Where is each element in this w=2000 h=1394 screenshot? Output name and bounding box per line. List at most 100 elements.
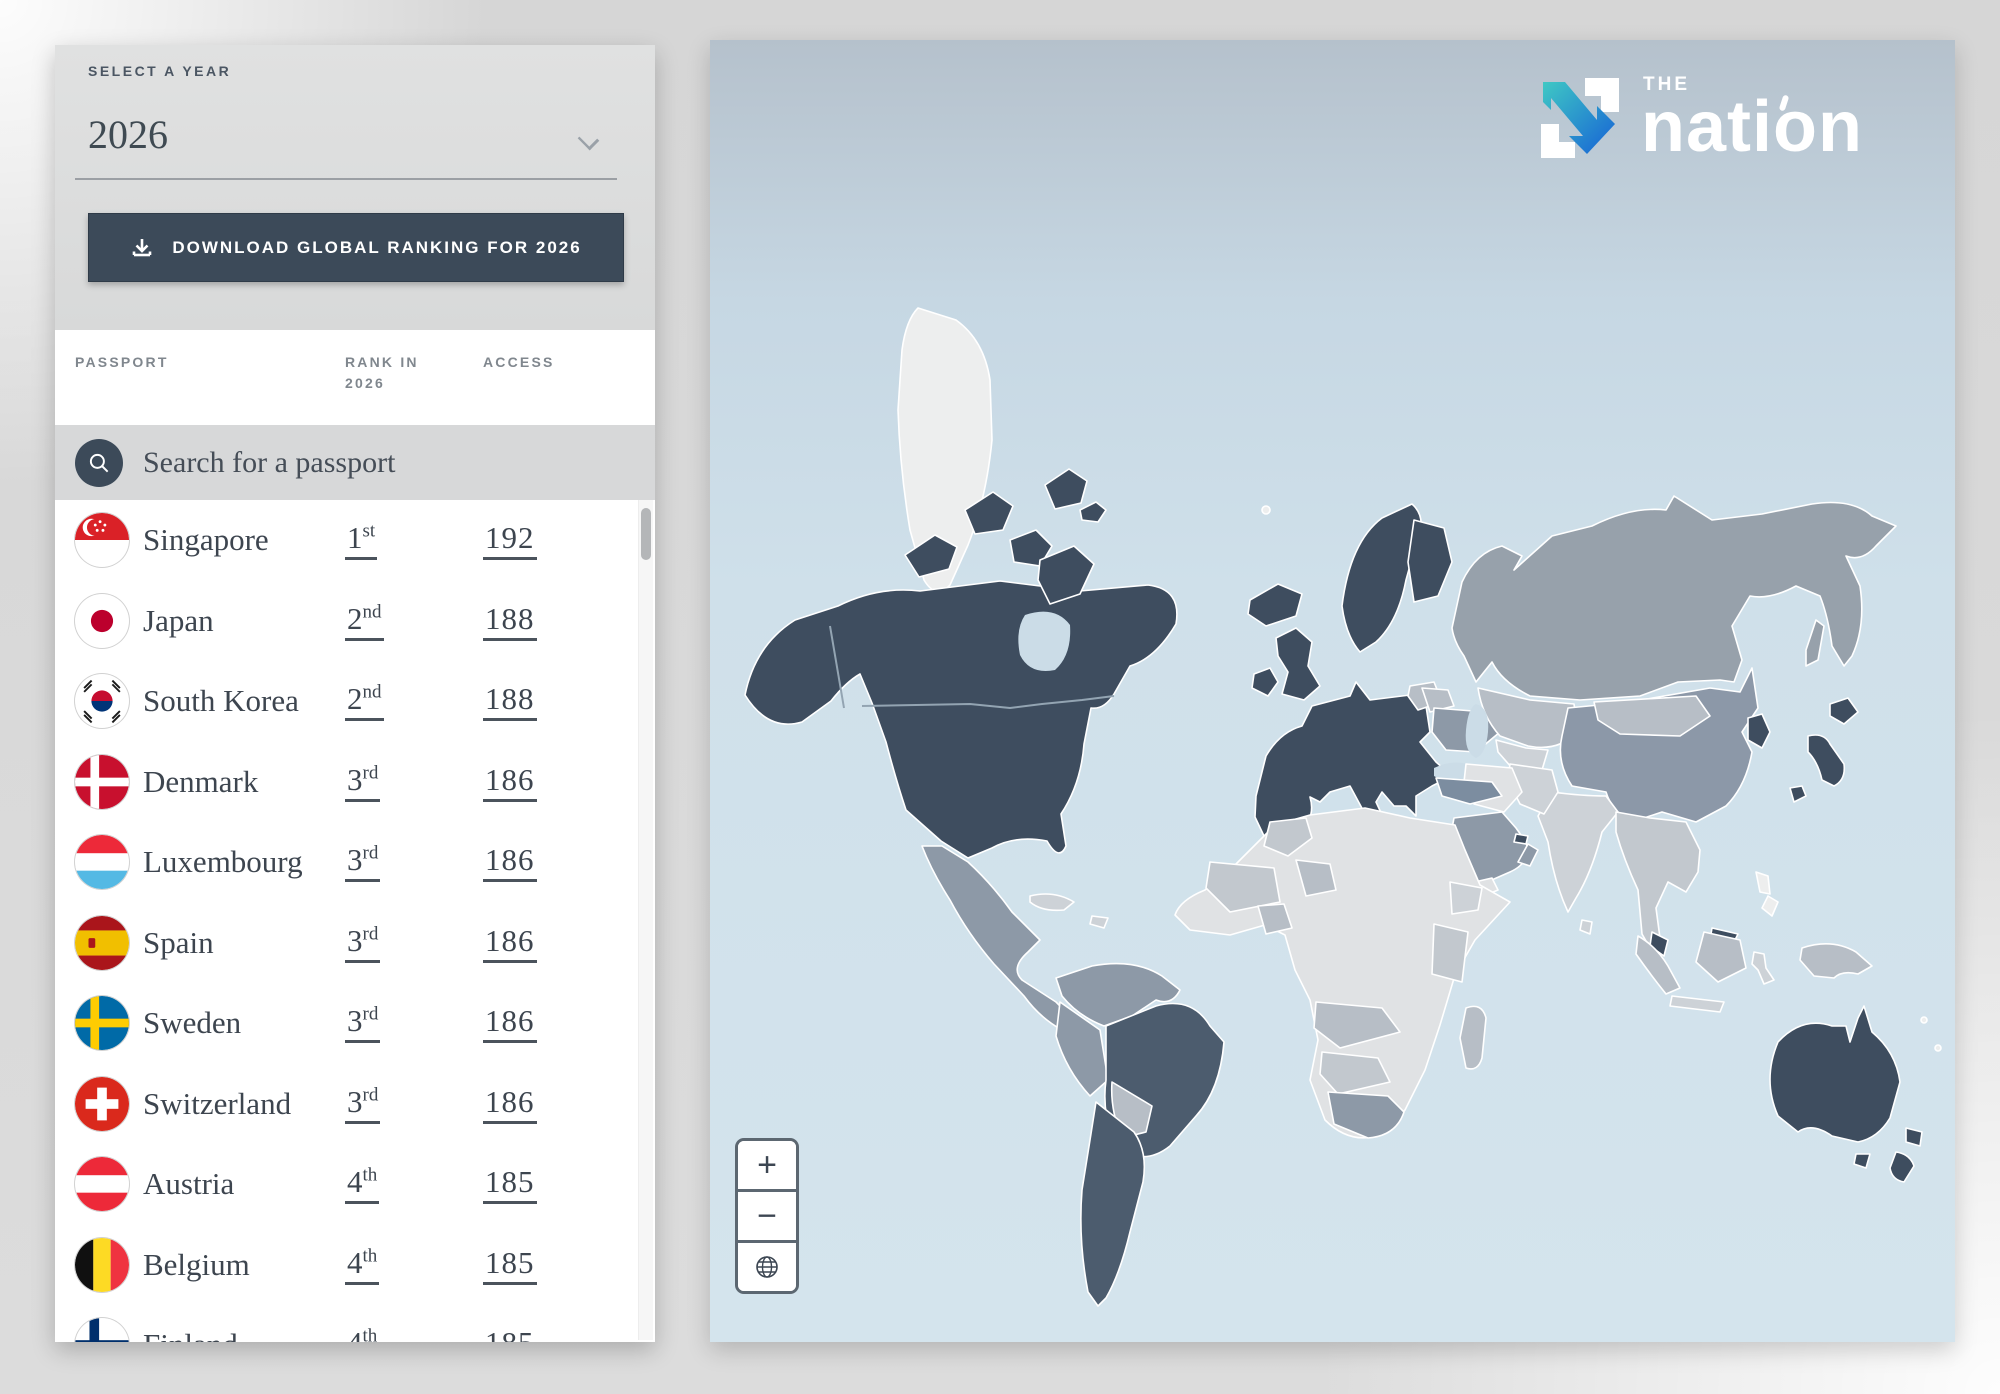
region-mexico-central-america (922, 846, 1072, 1030)
passport-row-austria[interactable]: Austria 4th 185 (55, 1144, 655, 1225)
select-year-label: SELECT A YEAR (88, 63, 231, 79)
zoom-in-button[interactable]: + (738, 1141, 796, 1189)
country-name: Singapore (143, 522, 269, 558)
year-dropdown[interactable]: 2026 (88, 93, 628, 177)
flag-be-icon (75, 1238, 129, 1292)
zoom-out-button[interactable]: − (738, 1189, 796, 1240)
country-name: Japan (143, 603, 214, 639)
rank-link[interactable]: 3rd (345, 1084, 380, 1124)
rank-link[interactable]: 4th (345, 1164, 379, 1204)
rank-link[interactable]: 4th (345, 1245, 379, 1285)
passport-list: Singapore 1st 192 Japan 2nd 188 South Ko… (55, 500, 655, 1342)
access-link[interactable]: 185 (483, 1164, 537, 1204)
rank-link[interactable]: 4th (345, 1325, 379, 1342)
search-placeholder: Search for a passport (143, 446, 395, 480)
region-ireland (1252, 668, 1278, 696)
flag-jp-icon (75, 594, 129, 648)
country-name: South Korea (143, 683, 299, 719)
region-ethiopia (1450, 882, 1482, 914)
map-zoom-controls: + − (735, 1138, 799, 1294)
region-united-kingdom (1276, 628, 1320, 700)
access-link[interactable]: 185 (483, 1325, 537, 1342)
flag-fi-icon (75, 1318, 129, 1342)
access-link[interactable]: 185 (483, 1245, 537, 1285)
column-rank: RANK IN 2026 (345, 352, 440, 394)
country-name: Denmark (143, 764, 258, 800)
passport-row-spain[interactable]: Spain 3rd 186 (55, 903, 655, 984)
region-north-america (745, 581, 1177, 858)
flag-es-icon (75, 916, 129, 970)
passport-row-sweden[interactable]: Sweden 3rd 186 (55, 983, 655, 1064)
rank-link[interactable]: 3rd (345, 842, 380, 882)
ranking-sidebar: SELECT A YEAR 2026 DOWNLOAD GLOBAL RANKI… (55, 45, 655, 1342)
region-russia (1452, 496, 1896, 700)
download-button-label: DOWNLOAD GLOBAL RANKING FOR 2026 (172, 238, 581, 258)
region-australia (1770, 1006, 1900, 1142)
region-kenya-tanzania (1432, 924, 1468, 982)
country-name: Sweden (143, 1005, 241, 1041)
rank-link[interactable]: 3rd (345, 762, 380, 802)
chevron-down-icon (578, 127, 600, 149)
flag-se-icon (75, 996, 129, 1050)
region-tasmania (1854, 1154, 1870, 1168)
list-scrollbar[interactable] (638, 500, 653, 1340)
access-link[interactable]: 186 (483, 762, 537, 802)
column-access: ACCESS (483, 352, 555, 373)
passport-row-south-korea[interactable]: South Korea 2nd 188 (55, 661, 655, 742)
access-link[interactable]: 186 (483, 842, 537, 882)
region-scandinavia (1342, 504, 1421, 652)
rank-link[interactable]: 3rd (345, 1003, 380, 1043)
passport-row-singapore[interactable]: Singapore 1st 192 (55, 500, 655, 581)
region-java (1670, 996, 1724, 1012)
region-new-guinea (1800, 944, 1872, 978)
search-icon (75, 439, 123, 487)
rank-link[interactable]: 2nd (345, 681, 384, 721)
passport-search[interactable]: Search for a passport (55, 425, 655, 500)
access-link[interactable]: 188 (483, 681, 537, 721)
passport-row-belgium[interactable]: Belgium 4th 185 (55, 1225, 655, 1306)
region-india (1538, 792, 1618, 912)
region-south-korea (1748, 714, 1770, 748)
region-philippines (1756, 872, 1770, 894)
access-link[interactable]: 186 (483, 923, 537, 963)
access-link[interactable]: 186 (483, 1084, 537, 1124)
passport-row-switzerland[interactable]: Switzerland 3rd 186 (55, 1064, 655, 1145)
passport-row-finland[interactable]: Finland 4th 185 (55, 1305, 655, 1342)
scrollbar-thumb[interactable] (641, 508, 651, 560)
country-name: Austria (143, 1166, 234, 1202)
download-icon (130, 236, 154, 260)
year-value: 2026 (88, 111, 168, 158)
region-iceland (1248, 584, 1302, 626)
rank-link[interactable]: 2nd (345, 601, 384, 641)
flag-at-icon (75, 1157, 129, 1211)
region-madagascar (1460, 1006, 1486, 1069)
rank-link[interactable]: 1st (345, 520, 377, 560)
access-link[interactable]: 192 (483, 520, 537, 560)
country-name: Spain (143, 925, 214, 961)
region-new-zealand (1906, 1128, 1922, 1146)
logo-name: nation (1641, 94, 1863, 160)
region-uae (1514, 834, 1528, 844)
world-map[interactable] (710, 40, 1955, 1342)
passport-row-japan[interactable]: Japan 2nd 188 (55, 581, 655, 662)
country-name: Finland (143, 1327, 238, 1342)
flag-kr-icon (75, 674, 129, 728)
rank-link[interactable]: 3rd (345, 923, 380, 963)
globe-icon (754, 1254, 780, 1280)
country-name: Switzerland (143, 1086, 291, 1122)
passport-row-denmark[interactable]: Denmark 3rd 186 (55, 742, 655, 823)
globe-reset-button[interactable] (738, 1240, 796, 1291)
world-map-panel: THE nation + − (710, 40, 1955, 1342)
region-japan (1808, 735, 1844, 786)
access-link[interactable]: 188 (483, 601, 537, 641)
flag-lu-icon (75, 835, 129, 889)
region-finland (1408, 520, 1452, 602)
year-section: SELECT A YEAR 2026 DOWNLOAD GLOBAL RANKI… (55, 45, 655, 330)
region-borneo (1696, 932, 1746, 982)
region-argentina-chile (1081, 1102, 1144, 1306)
passport-row-luxembourg[interactable]: Luxembourg 3rd 186 (55, 822, 655, 903)
download-ranking-button[interactable]: DOWNLOAD GLOBAL RANKING FOR 2026 (88, 213, 624, 282)
access-link[interactable]: 186 (483, 1003, 537, 1043)
nation-logo-mark-icon (1533, 72, 1625, 164)
column-passport: PASSPORT (75, 352, 169, 373)
